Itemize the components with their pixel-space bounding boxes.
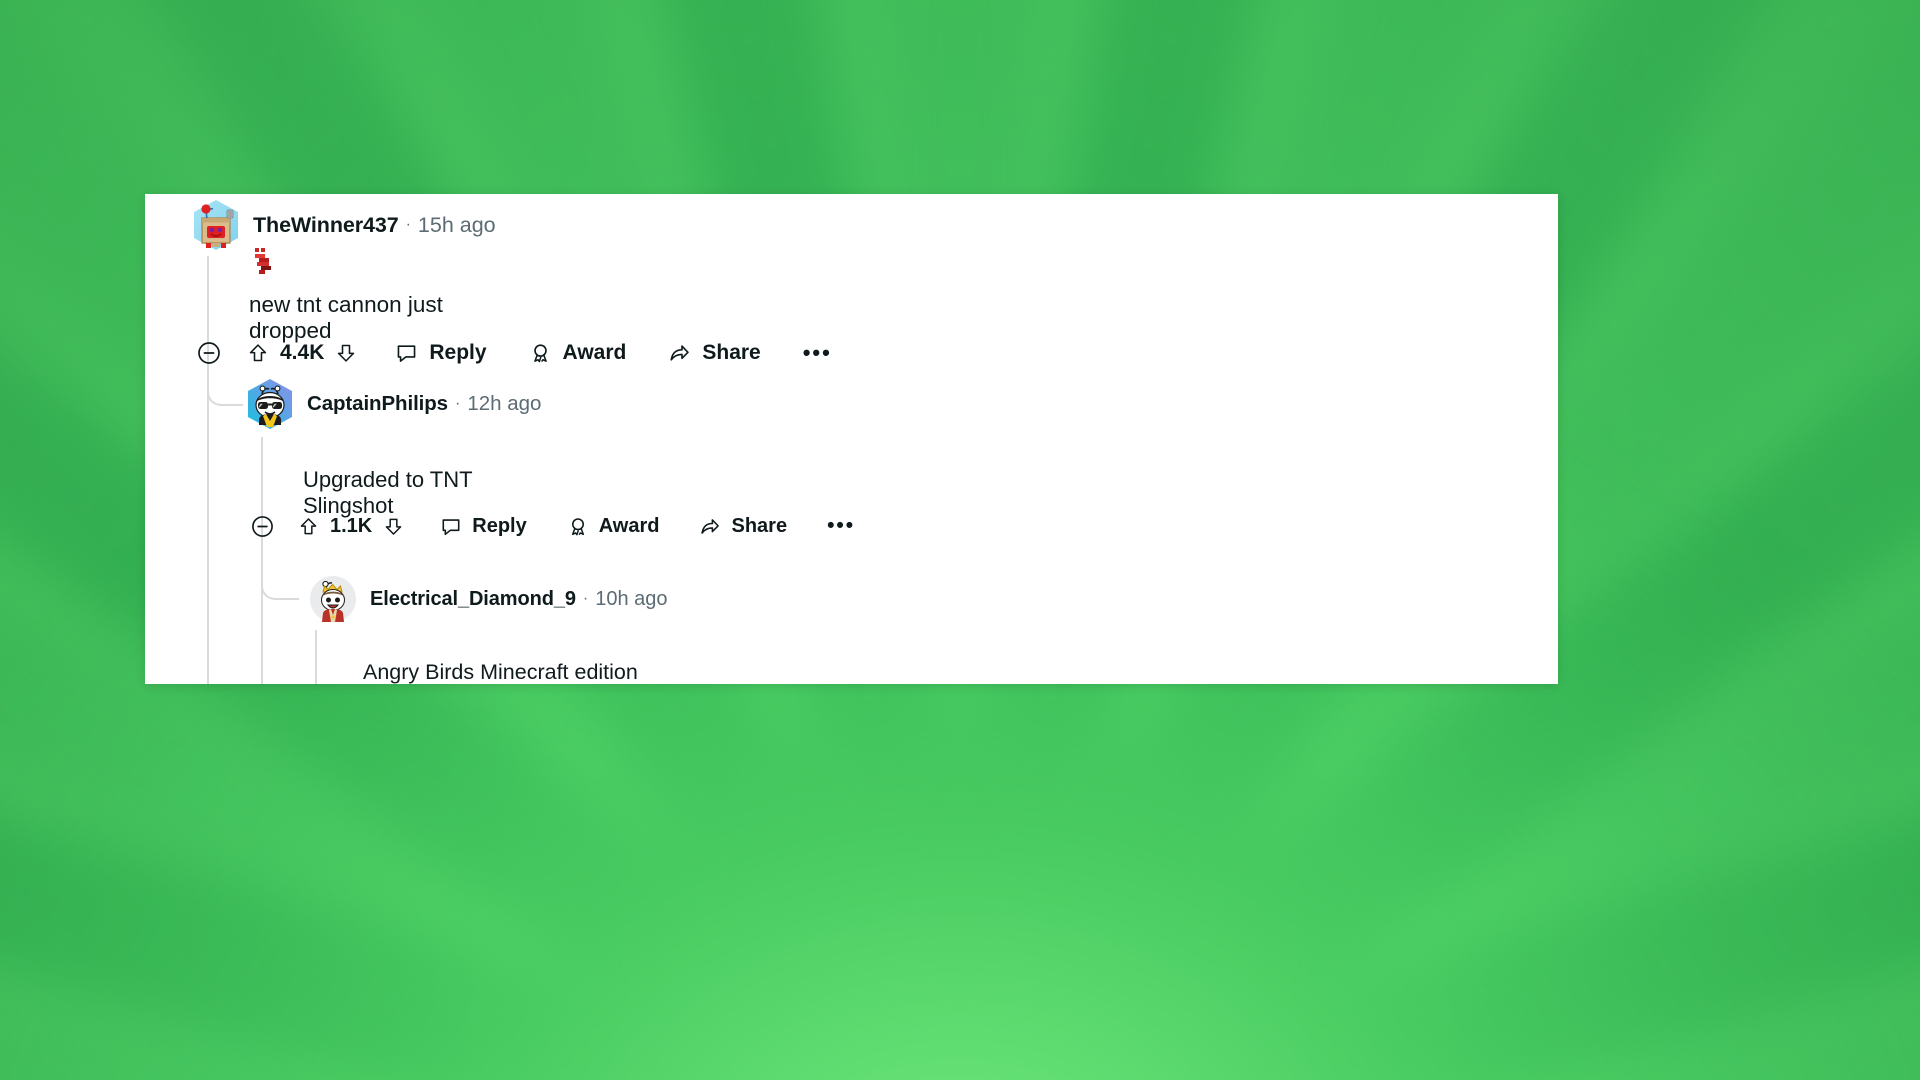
reply-button[interactable]: Reply <box>440 515 527 538</box>
comment-actions: 1.1K Reply Award Share ••• <box>251 515 855 538</box>
award-label: Award <box>562 341 627 364</box>
comment-username[interactable]: TheWinner437 <box>253 213 399 238</box>
username-separator: · <box>454 395 461 412</box>
thread-line-depth-0 <box>207 256 209 684</box>
reply-label: Reply <box>472 515 527 537</box>
reply-label: Reply <box>429 341 487 364</box>
share-button[interactable]: Share <box>699 515 787 538</box>
vote-count: 4.4K <box>280 341 325 364</box>
comment-body: new tnt cannon just dropped <box>249 292 443 343</box>
comment-header: CaptainPhilips · 12h ago <box>245 379 542 429</box>
downvote-button[interactable] <box>383 516 404 537</box>
share-label: Share <box>702 341 761 364</box>
comment-header: Electrical_Diamond_9 · 10h ago <box>308 576 668 622</box>
comment-captainphilips: CaptainPhilips · 12h ago Upgraded to TNT… <box>245 379 853 537</box>
comment-username[interactable]: CaptainPhilips <box>307 392 448 416</box>
username-separator: · <box>582 590 589 607</box>
collapse-button[interactable] <box>251 515 274 538</box>
redstone-pixel-flair-icon <box>253 248 275 274</box>
thread-elbow-depth-2 <box>261 560 299 600</box>
comment-header: TheWinner437 · 15h ago <box>191 200 496 250</box>
award-label: Award <box>598 515 660 537</box>
comment-timestamp: 15h ago <box>417 212 496 237</box>
comment-body: Upgraded to TNT Slingshot <box>303 467 473 518</box>
comment-username[interactable]: Electrical_Diamond_9 <box>370 588 576 611</box>
thread-line-depth-2 <box>315 630 317 684</box>
award-button[interactable]: Award <box>567 515 660 538</box>
collapse-button[interactable] <box>197 341 221 365</box>
more-options-button[interactable]: ••• <box>827 515 855 537</box>
avatar-snoo-sunglasses[interactable] <box>245 377 295 431</box>
avatar-cardboard-box-robot[interactable] <box>191 198 241 252</box>
downvote-button[interactable] <box>335 342 357 364</box>
avatar-snoo-crown-robe[interactable] <box>308 573 358 625</box>
comment-actions: 4.4K Reply Award Share ••• <box>197 341 832 365</box>
more-options-button[interactable]: ••• <box>803 341 832 363</box>
vote-count: 1.1K <box>330 515 373 537</box>
comment-thewinner437: TheWinner437 · 15h ago new tnt cannon ju… <box>191 200 830 364</box>
thread-elbow-depth-1 <box>207 364 243 406</box>
reply-button[interactable]: Reply <box>395 341 487 365</box>
upvote-button[interactable] <box>247 342 269 364</box>
comment-electrical-diamond-9: Electrical_Diamond_9 · 10h ago Angry Bir… <box>308 576 668 684</box>
share-button[interactable]: Share <box>668 341 761 365</box>
comment-timestamp: 12h ago <box>467 392 542 415</box>
username-separator: · <box>405 216 411 233</box>
comment-timestamp: 10h ago <box>595 587 668 610</box>
award-button[interactable]: Award <box>529 341 627 365</box>
upvote-button[interactable] <box>298 516 319 537</box>
comment-thread-card: TheWinner437 · 15h ago new tnt cannon ju… <box>145 194 1558 684</box>
comment-body: Angry Birds Minecraft edition <box>363 660 638 684</box>
share-label: Share <box>731 515 788 537</box>
